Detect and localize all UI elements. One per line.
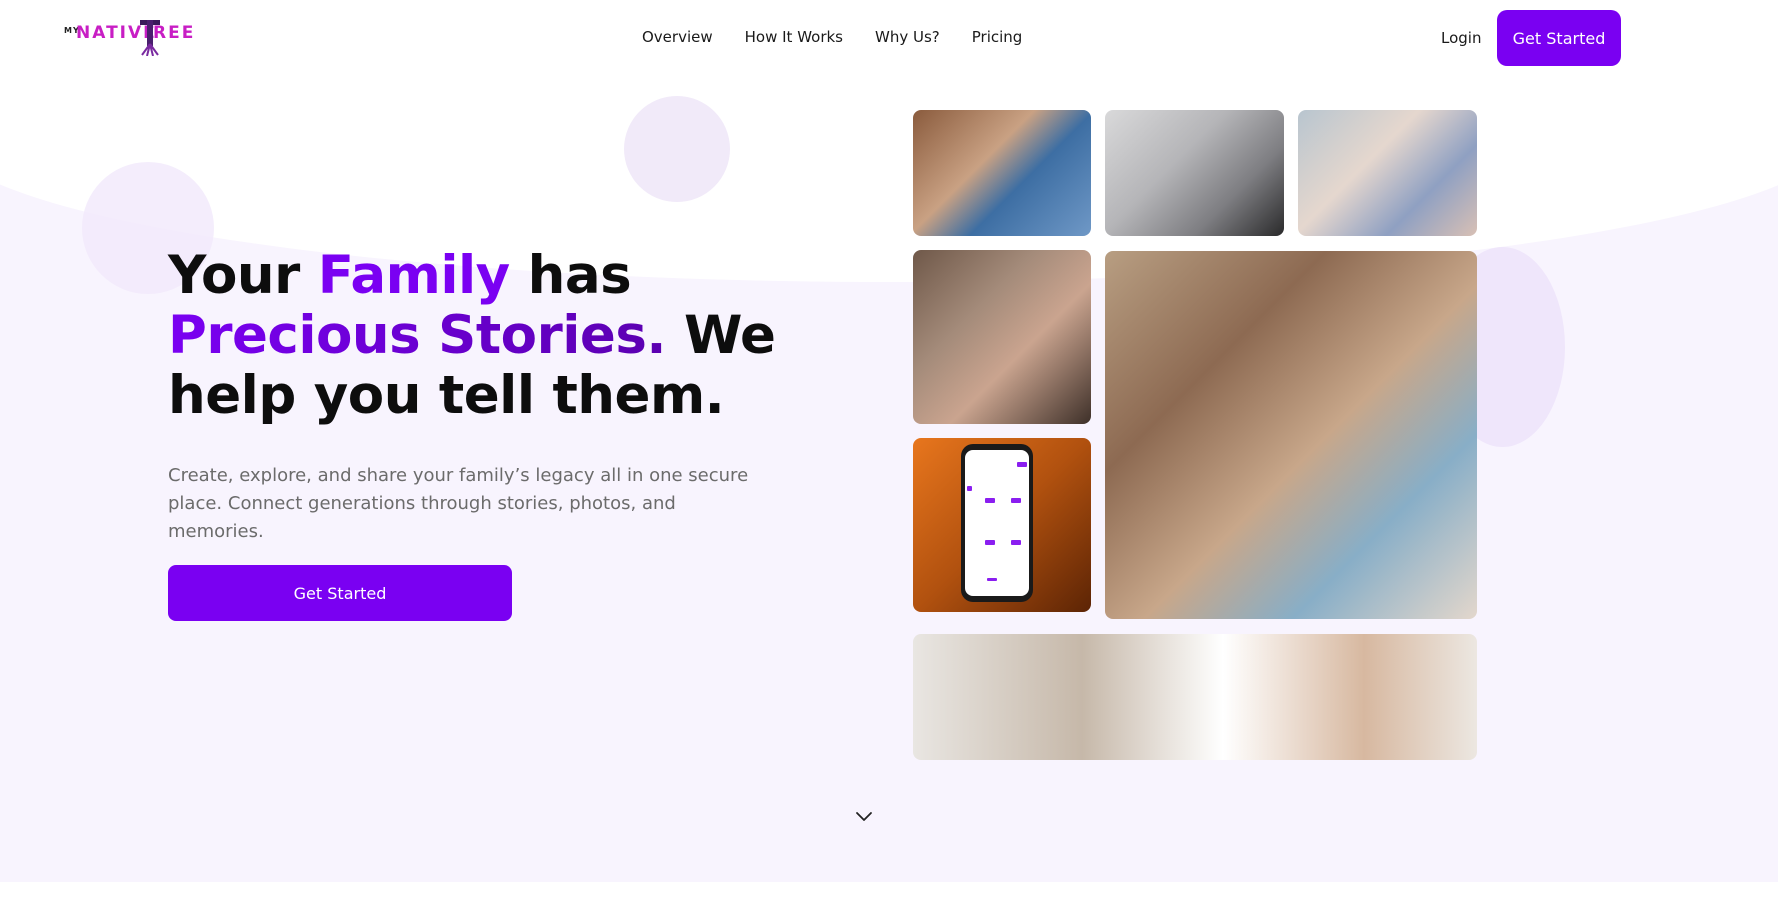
app-ui-element [967,486,972,491]
nav-why-us[interactable]: Why Us? [875,28,940,46]
hero-subtitle: Create, explore, and share your family’s… [168,465,749,542]
photo-grandfather-with-frame [913,110,1091,236]
hero-headline: Your Family has Precious Stories. We hel… [168,246,788,426]
app-ui-element [1017,462,1027,467]
app-ui-element [985,498,995,503]
nav-overview[interactable]: Overview [642,28,713,46]
hero-get-started-button[interactable]: Get Started [168,565,512,621]
app-ui-element [987,578,997,581]
phone-screen [965,450,1029,596]
site-logo[interactable]: MY NATIVE REE [64,18,204,62]
photo-couple-reading-album [913,250,1091,424]
login-link[interactable]: Login [1441,29,1481,47]
headline-family: Family [317,245,510,306]
chevron-down-icon[interactable] [855,810,873,822]
logo-word-tree: REE [153,23,196,43]
header-get-started-button[interactable]: Get Started [1497,10,1621,66]
site-header: MY NATIVE REE Overview How It Works Why … [0,0,1778,82]
headline-has: has [509,245,632,306]
background-circle [624,96,730,202]
hero-section: Your Family has Precious Stories. We hel… [0,82,1778,882]
headline-precious-stories: Precious Stories. [168,305,667,366]
phone-mockup [961,444,1033,602]
photo-happy-family [1105,251,1477,619]
nav-pricing[interactable]: Pricing [972,28,1023,46]
photo-phone-app [913,438,1091,612]
photo-grandparents-with-child [1298,110,1477,236]
photo-old-pictures-and-camera [1105,110,1284,236]
app-ui-element [1011,540,1021,545]
photo-child-with-tablet [913,634,1477,760]
headline-your: Your [168,245,318,306]
app-ui-element [1011,498,1021,503]
nav-how-it-works[interactable]: How It Works [745,28,843,46]
main-nav: Overview How It Works Why Us? Pricing [642,28,1022,46]
app-ui-element [985,540,995,545]
